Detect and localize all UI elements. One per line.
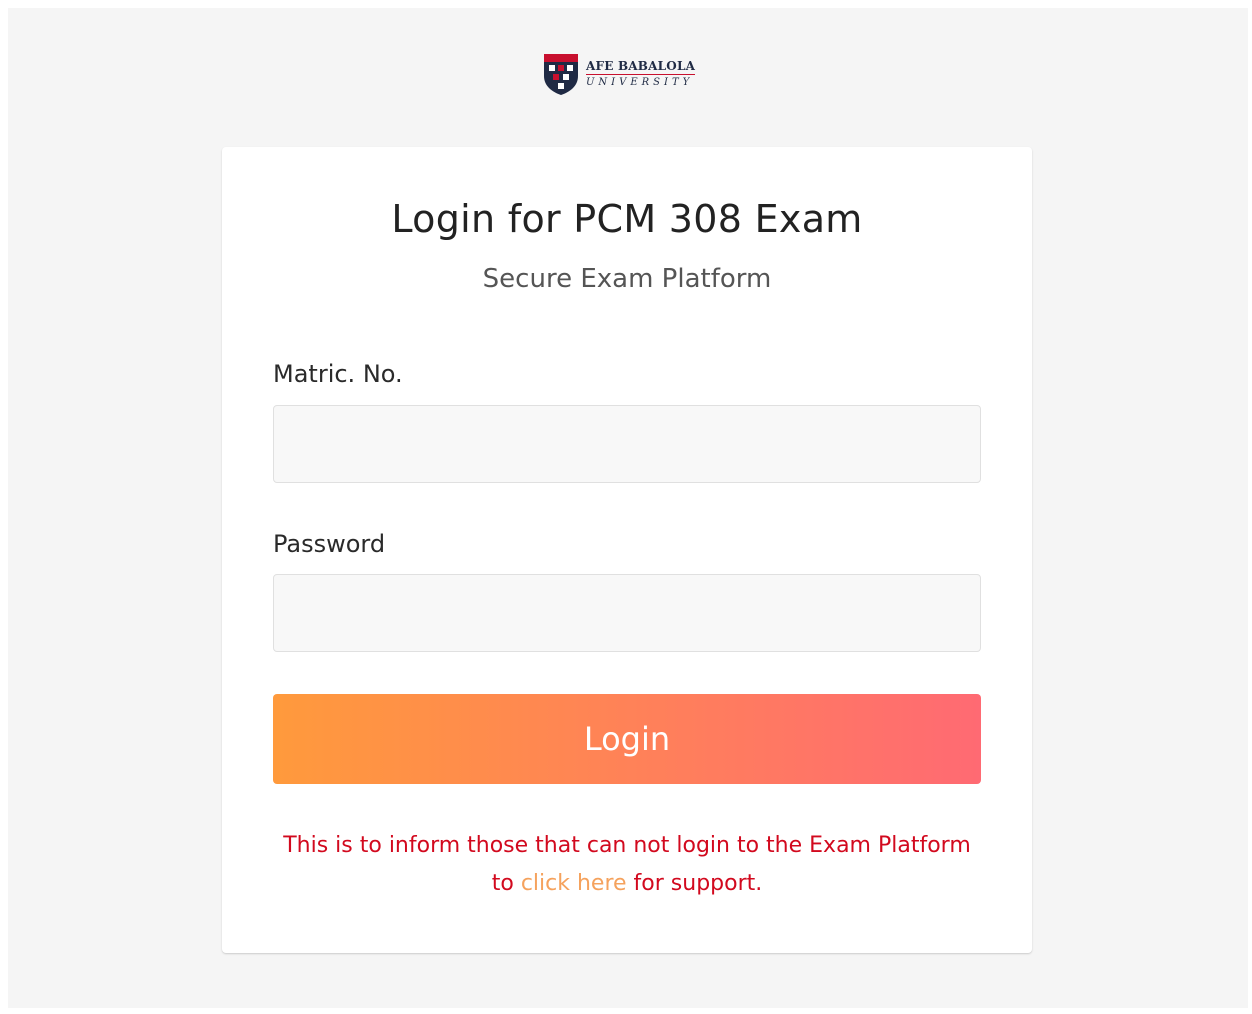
university-subtitle: UNIVERSITY (586, 77, 694, 88)
university-logo: AFE BABALOLA UNIVERSITY (542, 52, 696, 96)
university-wordmark: AFE BABALOLA UNIVERSITY (586, 59, 696, 88)
login-card: Login for PCM 308 Exam Secure Exam Platf… (222, 147, 1032, 953)
matric-input[interactable] (273, 405, 981, 483)
shield-logo-icon (544, 54, 578, 95)
page-title: Login for PCM 308 Exam (391, 197, 863, 241)
page-background: AFE BABALOLA UNIVERSITY Login for PCM 30… (8, 8, 1248, 1008)
login-button[interactable]: Login (273, 694, 981, 784)
support-notice: This is to inform those that can not log… (262, 827, 992, 903)
support-link[interactable]: click here (521, 871, 627, 896)
notice-suffix: for support. (626, 871, 763, 896)
matric-label: Matric. No. (273, 360, 403, 388)
notice-line-1: This is to inform those that can not log… (283, 833, 971, 858)
page-subtitle: Secure Exam Platform (482, 264, 772, 294)
university-name: AFE BABALOLA (586, 59, 696, 75)
notice-prefix: to (491, 871, 521, 896)
password-label: Password (273, 530, 386, 558)
password-input[interactable] (273, 574, 981, 652)
